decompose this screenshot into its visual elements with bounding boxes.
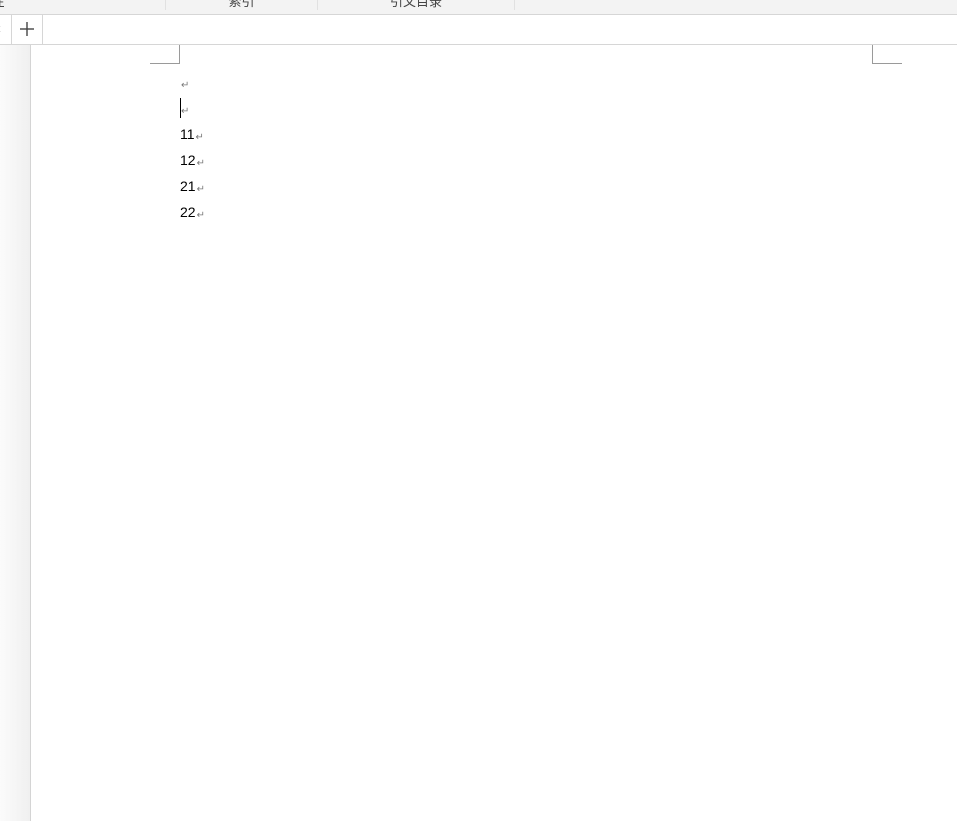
paragraph-mark: ↵	[181, 80, 190, 91]
paragraph[interactable]: 11↵	[180, 121, 880, 147]
tab-scroll-left-button[interactable]: ‹	[0, 20, 8, 38]
paragraph-mark: ↵	[195, 132, 204, 143]
paragraph[interactable]: ↵	[180, 95, 880, 121]
paragraph[interactable]: ↵	[180, 69, 880, 95]
vertical-ruler	[0, 45, 31, 821]
paragraph-mark: ↵	[196, 184, 205, 195]
new-tab-button[interactable]	[11, 15, 43, 44]
document-body[interactable]: ↵ ↵ 11↵ 12↵ 21↵ 22↵	[180, 69, 880, 225]
paragraph-text: 11	[180, 126, 195, 142]
paragraph-text: 12	[180, 152, 196, 168]
ribbon-group-labels: 题注 索引 引文目录	[0, 0, 957, 15]
ribbon-group-table-of-authorities-label: 引文目录	[389, 0, 442, 9]
ribbon-group-table-of-authorities[interactable]: 引文目录	[318, 0, 515, 10]
chevron-left-icon: ‹	[0, 20, 1, 37]
paragraph-mark: ↵	[196, 210, 205, 221]
paragraph[interactable]: 21↵	[180, 173, 880, 199]
paragraph[interactable]: 22↵	[180, 199, 880, 225]
ribbon-group-caption[interactable]: 题注	[0, 0, 166, 10]
text-cursor	[180, 98, 181, 118]
ribbon-group-index-label: 索引	[228, 0, 255, 9]
document-tab-bar: ‹	[0, 15, 957, 45]
ribbon-group-index[interactable]: 索引	[166, 0, 318, 10]
paragraph[interactable]: 12↵	[180, 147, 880, 173]
document-page[interactable]: ↵ ↵ 11↵ 12↵ 21↵ 22↵	[31, 45, 957, 821]
ribbon-group-caption-label: 题注	[0, 0, 5, 9]
paragraph-text: 21	[180, 178, 196, 194]
paragraph-text: 22	[180, 204, 196, 220]
plus-icon	[20, 22, 34, 36]
paragraph-mark: ↵	[181, 106, 190, 117]
crop-mark-top-left	[150, 45, 180, 64]
paragraph-mark: ↵	[196, 158, 205, 169]
crop-mark-top-right	[872, 45, 902, 64]
